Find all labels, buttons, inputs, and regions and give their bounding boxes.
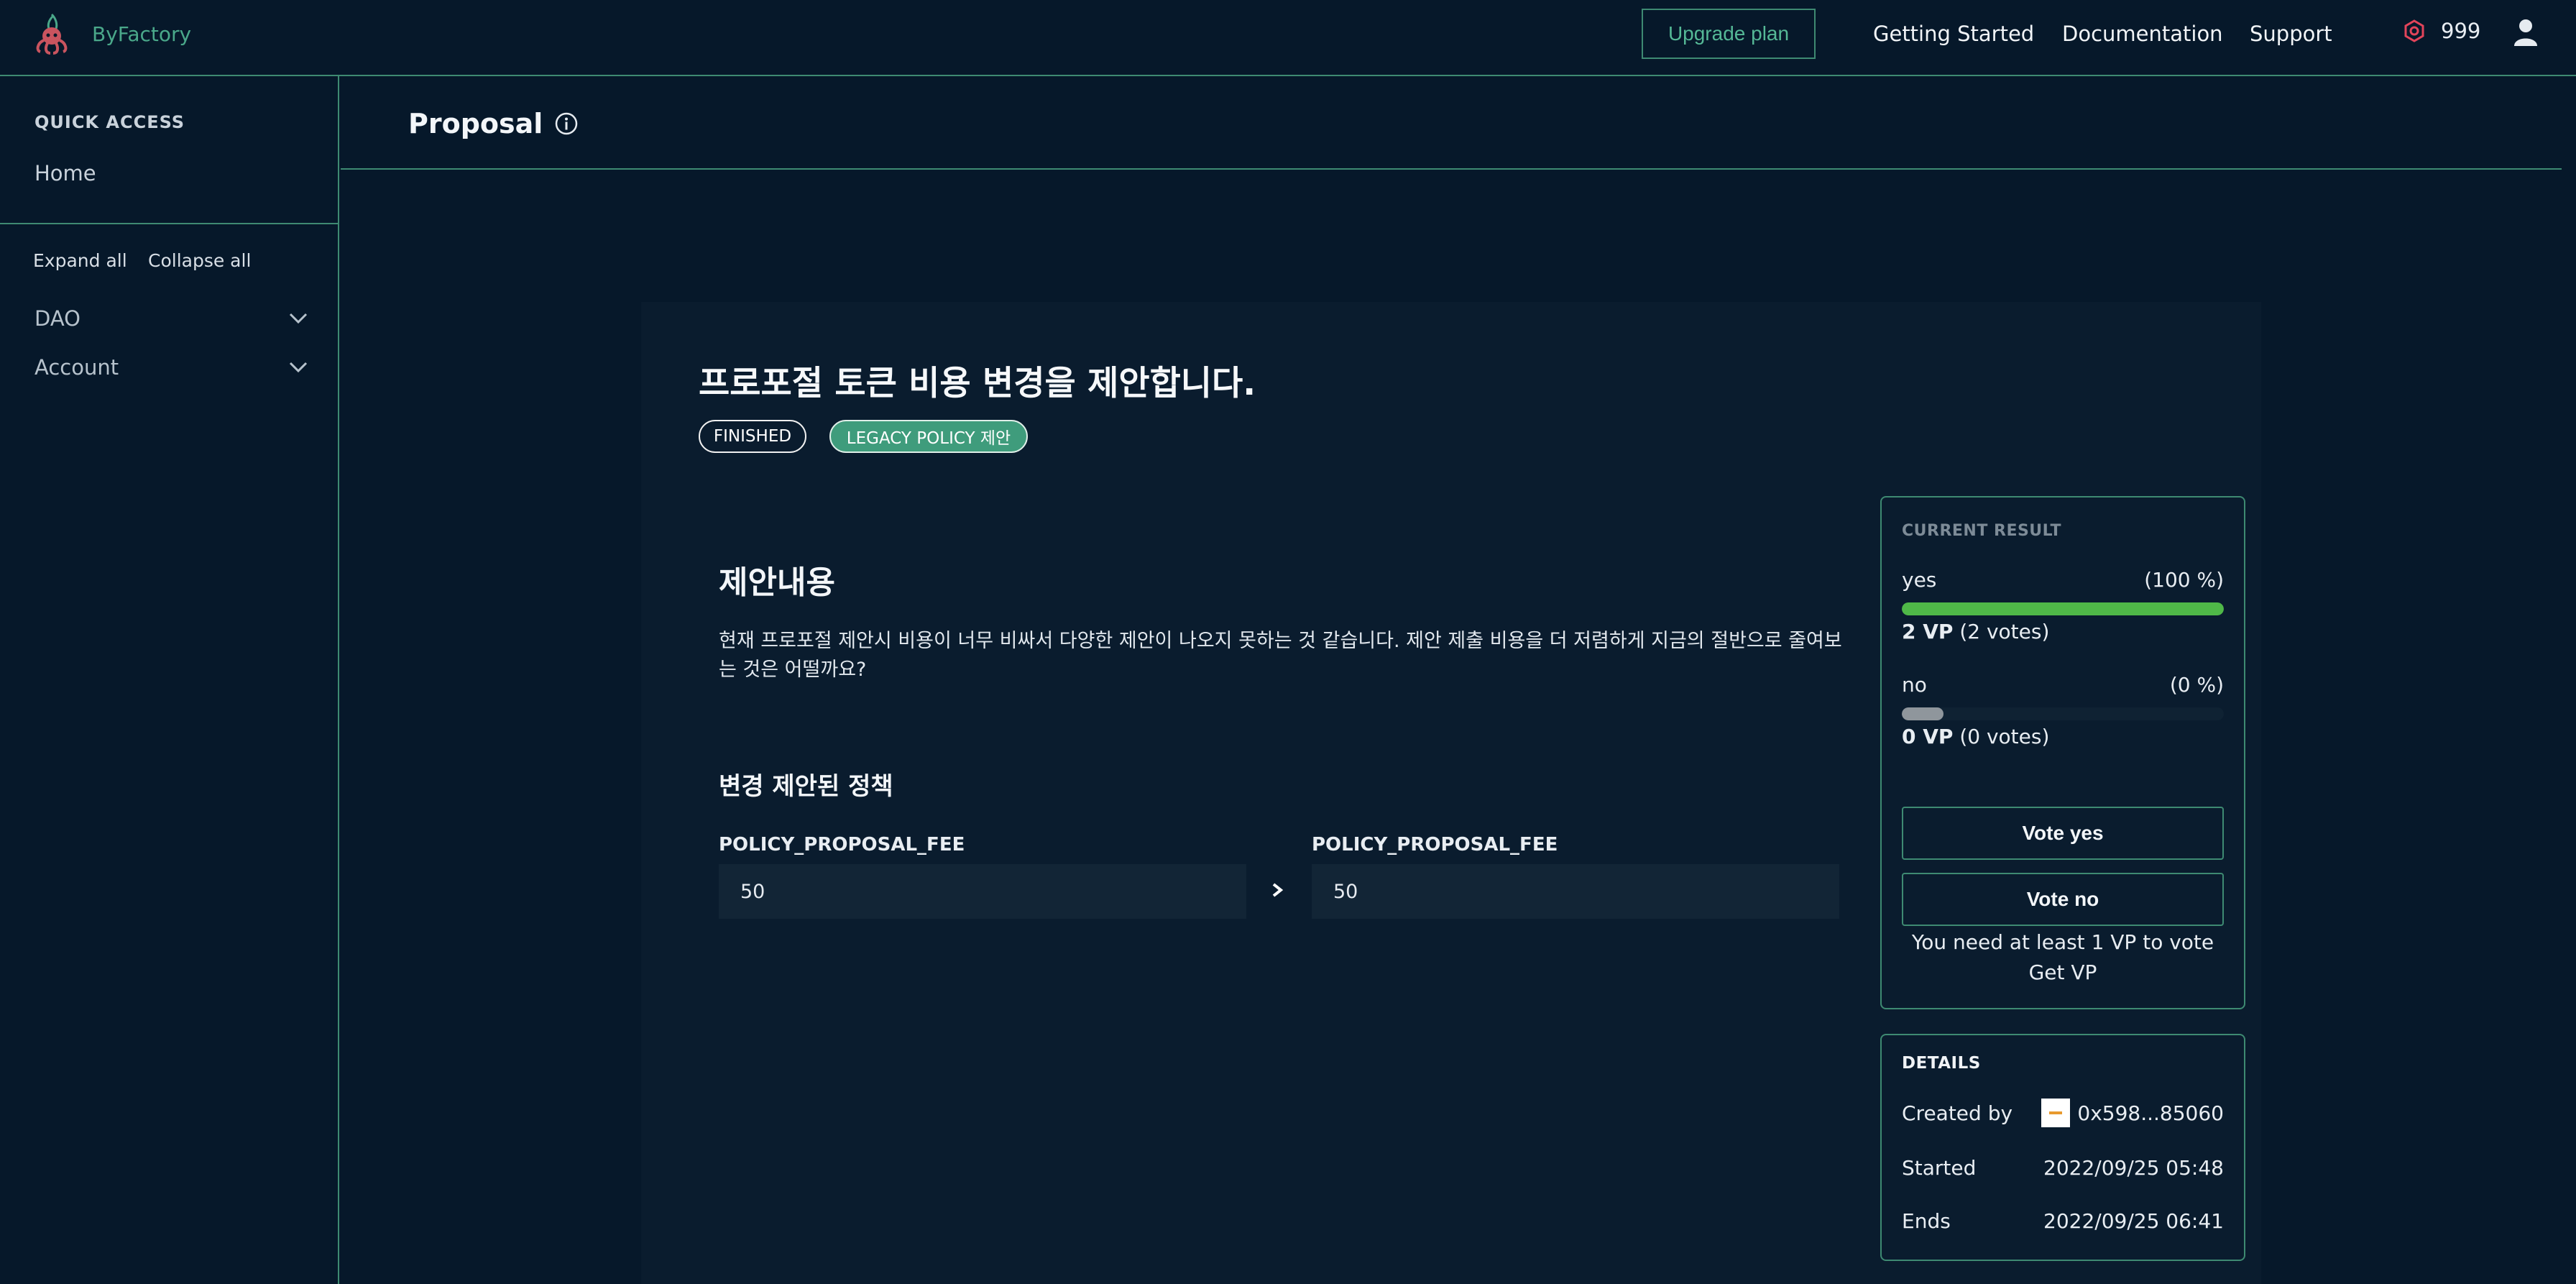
option-no-row: no (0 %) [1902,673,2224,697]
ends-value: 2022/09/25 06:41 [2043,1209,2224,1233]
octopus-logo-icon [36,13,68,55]
info-icon[interactable] [554,111,579,136]
created-by-row: Created by 0x598...85060 [1902,1099,2224,1127]
sidebar-group-account[interactable]: Account [34,355,308,380]
sidebar-group-label: DAO [34,306,80,331]
result-title: CURRENT RESULT [1902,522,2062,540]
type-badge: LEGACY POLICY 제안 [829,420,1028,453]
sidebar-group-label: Account [34,355,119,380]
yes-vp-line: 2 VP (2 votes) [1902,620,2049,643]
yes-progress-fill [1902,602,2224,615]
nav-support[interactable]: Support [2250,22,2332,46]
started-label: Started [1902,1156,1977,1180]
collapse-all-button[interactable]: Collapse all [148,250,251,271]
nav-getting-started[interactable]: Getting Started [1873,22,2034,46]
current-result-panel: CURRENT RESULT yes (100 %) 2 VP (2 votes… [1880,496,2245,1009]
yes-progress-bar [1902,602,2224,615]
creator[interactable]: 0x598...85060 [2041,1099,2224,1127]
proposal-card: 프로포절 토큰 비용 변경을 제안합니다. FINISHED LEGACY PO… [641,302,2261,1284]
user-icon[interactable] [2513,17,2539,49]
ends-row: Ends 2022/09/25 06:41 [1902,1209,2224,1233]
option-percent: (100 %) [2144,568,2224,592]
page-title: Proposal [408,108,579,139]
to-policy-value: 50 [1312,864,1839,919]
need-vp-note: You need at least 1 VP to vote [1911,930,2214,954]
option-label: yes [1902,568,1937,592]
from-policy-value: 50 [719,864,1246,919]
creator-avatar [2041,1099,2071,1127]
started-row: Started 2022/09/25 05:48 [1902,1156,2224,1180]
no-votes: (0 votes) [1959,725,2050,748]
hexagon-icon [2404,19,2424,42]
points-value: 999 [2441,19,2481,43]
option-percent: (0 %) [2169,673,2224,697]
proposal-title: 프로포절 토큰 비용 변경을 제안합니다. [699,364,1256,403]
page-title-text: Proposal [408,108,543,139]
details-panel: DETAILS Created by 0x598...85060 Started… [1880,1034,2245,1261]
no-progress-bar [1902,707,2224,720]
sidebar-divider [0,223,338,224]
created-by-label: Created by [1902,1101,2013,1125]
sidebar-item-home[interactable]: Home [34,161,96,185]
quick-access-title: QUICK ACCESS [34,112,185,132]
points-indicator[interactable]: 999 [2404,19,2480,43]
vote-yes-button[interactable]: Vote yes [1902,807,2224,860]
from-policy-label: POLICY_PROPOSAL_FEE [719,834,965,856]
chevron-down-icon [289,313,308,324]
brand-name: ByFactory [92,22,192,46]
no-vp-line: 0 VP (0 votes) [1902,725,2049,748]
sidebar-group-dao[interactable]: DAO [34,306,308,331]
nav-documentation[interactable]: Documentation [2062,22,2223,46]
expand-all-button[interactable]: Expand all [33,250,127,271]
started-value: 2022/09/25 05:48 [2043,1156,2224,1180]
to-policy-label: POLICY_PROPOSAL_FEE [1312,834,1558,856]
page-header: Proposal [341,76,2562,170]
get-vp-link[interactable]: Get VP [1902,960,2224,984]
upgrade-plan-button[interactable]: Upgrade plan [1642,9,1816,59]
yes-votes: (2 votes) [1959,620,2050,643]
top-bar: ByFactory Upgrade plan Getting Started D… [0,0,2576,76]
chevron-right-icon [1272,883,1284,897]
brand[interactable]: ByFactory [32,12,191,56]
policy-section-title: 변경 제안된 정책 [719,772,893,801]
creator-address: 0x598...85060 [2077,1101,2224,1125]
sidebar: QUICK ACCESS Home Expand all Collapse al… [0,76,339,1284]
no-progress-fill [1902,707,1944,720]
option-yes-row: yes (100 %) [1902,568,2224,592]
vote-no-button[interactable]: Vote no [1902,873,2224,926]
details-title: DETAILS [1902,1054,1981,1073]
proposal-body: 현재 프로포절 제안시 비용이 너무 비싸서 다양한 제안이 나오지 못하는 것… [719,630,1842,681]
status-badge: FINISHED [699,420,806,453]
chevron-down-icon [289,362,308,373]
ends-label: Ends [1902,1209,1951,1233]
section-title: 제안내용 [719,564,835,601]
yes-vp: 2 VP [1902,620,1954,643]
no-vp: 0 VP [1902,725,1954,748]
option-label: no [1902,673,1927,697]
